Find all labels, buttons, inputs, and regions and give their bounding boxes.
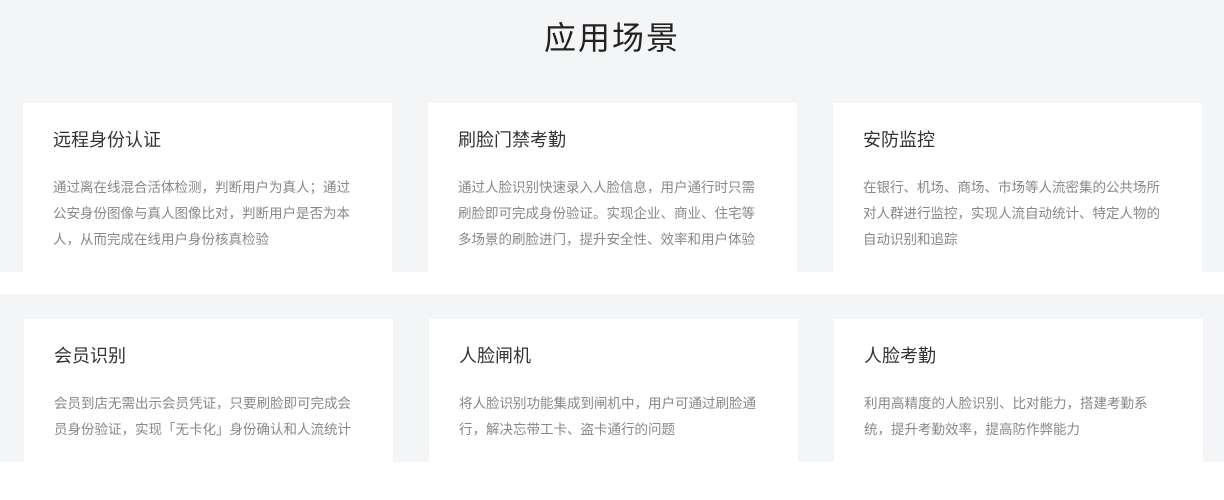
card-description: 通过离在线混合活体检测，判断用户为真人；通过公安身份图像与真人图像比对，判断用户… [53,180,350,248]
card-title: 人脸闸机 [459,346,531,367]
card-title: 刷脸门禁考勤 [458,130,566,151]
scenario-card-face-access-attendance[interactable]: 刷脸门禁考勤 通过人脸识别快速录入人脸信息，用户通行时只需刷脸即可完成身份验证。… [428,103,797,272]
scenario-card-security-monitoring[interactable]: 安防监控 在银行、机场、商场、市场等人流密集的公共场所对人群进行监控，实现人流自… [833,103,1202,272]
card-title: 人脸考勤 [864,346,936,367]
scenario-card-face-attendance[interactable]: 人脸考勤 利用高精度的人脸识别、比对能力，搭建考勤系统，提升考勤效率，提高防作弊… [834,319,1203,462]
card-description: 在银行、机场、商场、市场等人流密集的公共场所对人群进行监控，实现人流自动统计、特… [863,180,1160,248]
card-description: 将人脸识别功能集成到闸机中，用户可通过刷脸通行，解决忘带工卡、盗卡通行的问题 [459,396,756,438]
card-title: 远程身份认证 [53,130,161,151]
card-title: 会员识别 [54,346,126,367]
card-description: 会员到店无需出示会员凭证，只要刷脸即可完成会员身份验证，实现「无卡化」身份确认和… [54,396,351,438]
page-title: 应用场景 [543,19,680,57]
card-description: 利用高精度的人脸识别、比对能力，搭建考勤系统，提升考勤效率，提高防作弊能力 [864,396,1148,438]
card-description: 通过人脸识别快速录入人脸信息，用户通行时只需刷脸即可完成身份验证。实现企业、商业… [458,180,755,248]
card-title: 安防监控 [863,130,935,151]
scenario-card-remote-identity[interactable]: 远程身份认证 通过离在线混合活体检测，判断用户为真人；通过公安身份图像与真人图像… [23,103,392,272]
scenario-card-member-recognition[interactable]: 会员识别 会员到店无需出示会员凭证，只要刷脸即可完成会员身份验证，实现「无卡化」… [24,319,393,462]
scenario-card-face-gate[interactable]: 人脸闸机 将人脸识别功能集成到闸机中，用户可通过刷脸通行，解决忘带工卡、盗卡通行… [429,319,798,462]
